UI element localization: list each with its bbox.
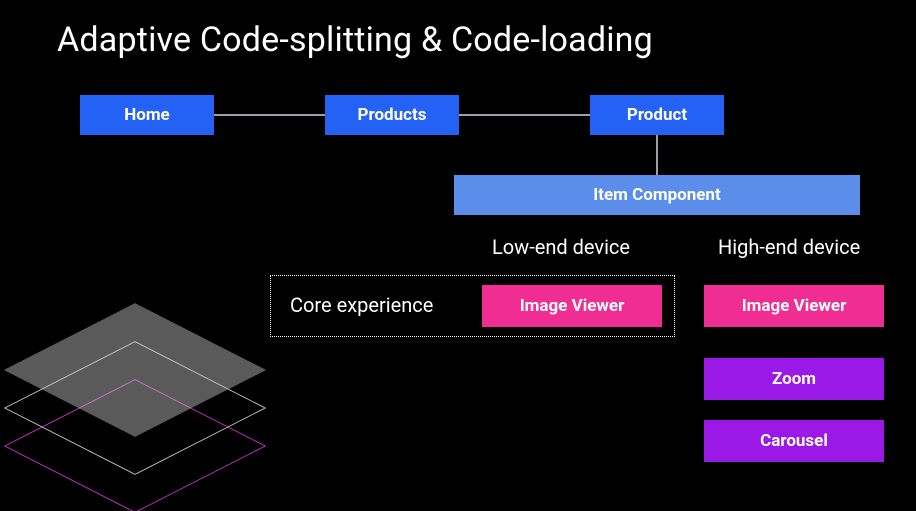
module-low-image-viewer: Image Viewer [482, 285, 662, 327]
module-high-zoom: Zoom [704, 358, 884, 400]
module-high-carousel: Carousel [704, 420, 884, 462]
module-high-image-viewer: Image Viewer [704, 285, 884, 327]
label-core-experience: Core experience [290, 293, 433, 317]
connector-products-product [459, 114, 590, 116]
node-products: Products [325, 95, 459, 135]
node-product: Product [590, 95, 724, 135]
label-low-end: Low-end device [492, 235, 630, 259]
label-high-end: High-end device [718, 235, 860, 259]
node-home: Home [80, 95, 214, 135]
page-title: Adaptive Code-splitting & Code-loading [57, 20, 653, 60]
node-item-component: Item Component [454, 175, 860, 215]
connector-product-item [656, 135, 658, 175]
connector-home-products [214, 114, 325, 116]
layers-icon [20, 290, 250, 500]
